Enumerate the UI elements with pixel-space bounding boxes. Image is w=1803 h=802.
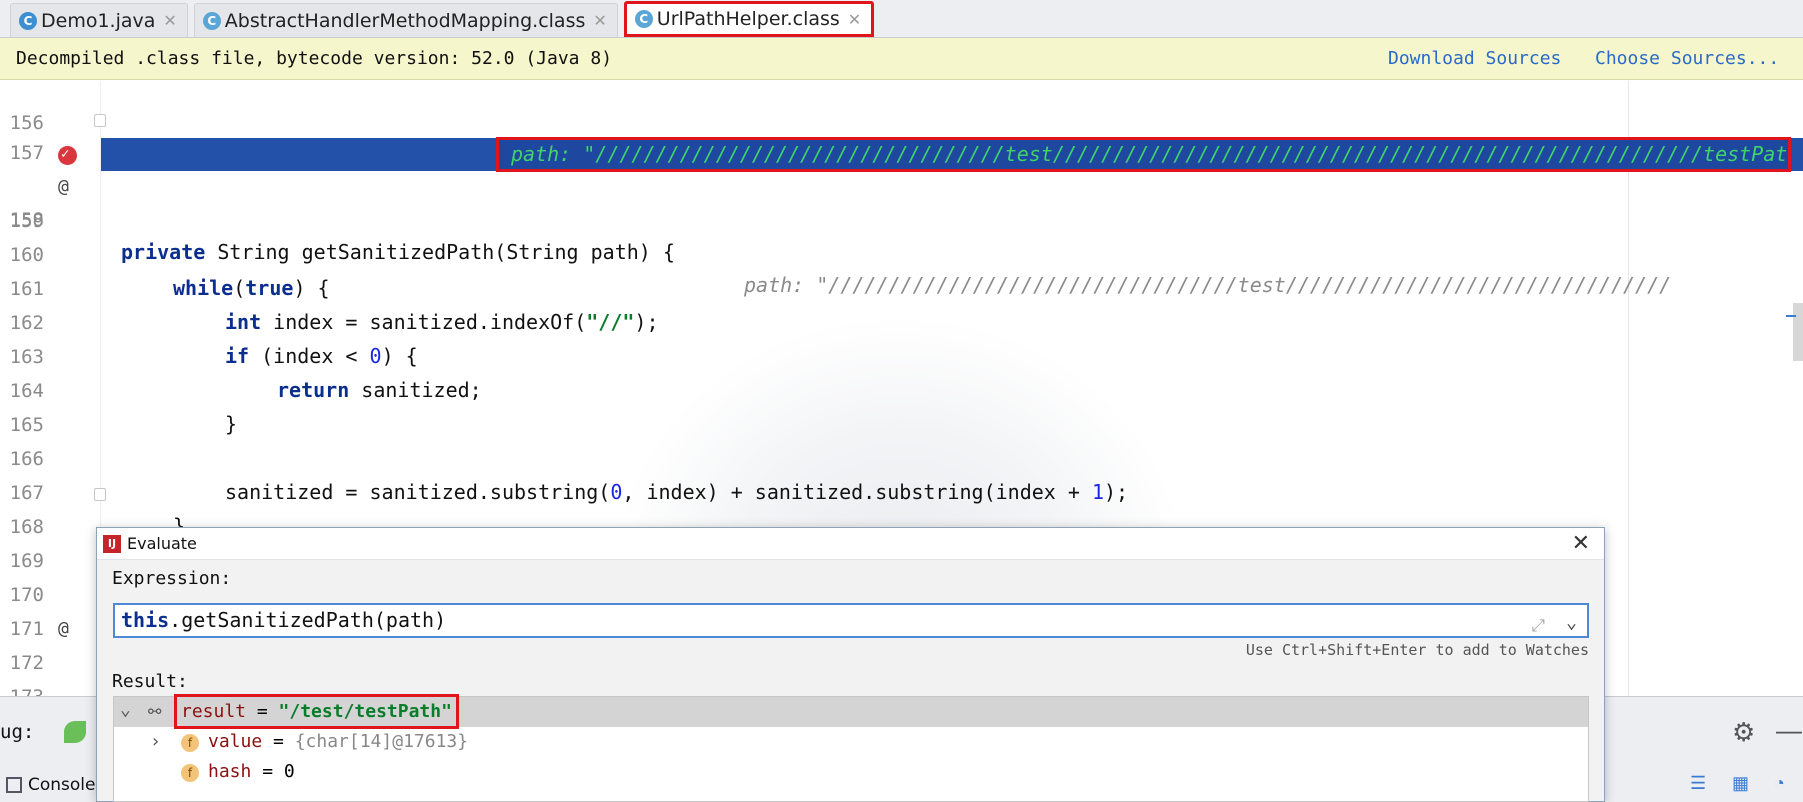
tab-console[interactable]: Console (6, 767, 96, 802)
minimize-icon[interactable]: — (1776, 715, 1802, 746)
code-line: 163 return sanitized; (0, 308, 1803, 402)
close-icon[interactable]: ✕ (593, 11, 606, 30)
field-eq: = (251, 761, 284, 782)
download-sources-link[interactable]: Download Sources (1388, 48, 1561, 69)
console-tab-label: Console (28, 775, 96, 795)
editor-tab-bar: C Demo1.java ✕ C AbstractHandlerMethodMa… (0, 0, 1803, 38)
close-icon[interactable]: ✕ (848, 10, 861, 29)
result-tree[interactable]: ⌄ ⚯ result = "/test/testPath" › f value … (113, 694, 1589, 802)
field-icon: f (181, 764, 199, 782)
field-entry: hash = 0 (208, 757, 295, 787)
code-line: 165 (0, 376, 1803, 436)
tab-label: UrlPathHelper.class (656, 8, 840, 30)
class-file-icon: C (634, 10, 653, 28)
expression-label: Expression: (112, 568, 232, 589)
field-value: 0 (283, 761, 295, 782)
java-class-icon: C (19, 11, 37, 30)
spring-leaf-icon[interactable] (64, 721, 86, 743)
tree-row-field[interactable]: › f value = {char[14]@17613} (114, 727, 1588, 757)
result-value-highlight: result = "/test/testPath" (174, 694, 459, 729)
field-icon: f (181, 734, 199, 752)
dialog-title: Evaluate (127, 534, 197, 553)
chevron-down-icon[interactable]: ⌄ (120, 695, 131, 725)
code-line: 159 (0, 172, 1803, 232)
gauge-icon[interactable]: ◔ (1774, 773, 1796, 795)
code-line: 164 } (0, 342, 1803, 436)
code-line: 168 } (0, 478, 1803, 605)
code-line: 160 while(true) { (0, 206, 1803, 300)
dialog-title-bar[interactable]: IJ Evaluate ✕ (97, 528, 1604, 560)
expand-icon[interactable]: ⤢ (1531, 611, 1545, 642)
calculator-icon[interactable]: ▦ (1732, 773, 1754, 795)
intellij-app-icon: IJ (103, 534, 121, 553)
field-name: hash (208, 761, 252, 782)
banner-text: Decompiled .class file, bytecode version… (16, 48, 613, 69)
field-value: {char[14]@17613} (294, 731, 469, 752)
expression-text: .getSanitizedPath(path) (169, 608, 447, 632)
tab-demo1-java[interactable]: C Demo1.java ✕ (10, 3, 188, 37)
gear-icon[interactable]: ⚙ (1732, 717, 1755, 748)
keyword: this (121, 608, 170, 632)
watch-glasses-icon: ⚯ (148, 702, 162, 721)
tab-label: AbstractHandlerMethodMapping.class (224, 9, 586, 32)
code-line: 162 if (index < 0) { (0, 274, 1803, 368)
code-line: 161 int index = sanitized.indexOf("//"); (0, 240, 1803, 334)
fold-icon[interactable] (94, 114, 106, 127)
choose-sources-link[interactable]: Choose Sources... (1595, 48, 1779, 69)
tab-label: Demo1.java (41, 9, 156, 32)
list-icon[interactable]: ☰ (1690, 773, 1712, 795)
expression-input[interactable]: this.getSanitizedPath(path) ⤢ ⌄ (113, 603, 1589, 638)
current-execution-line: 158 String sanitized = path; path: "////… (0, 137, 1803, 298)
chevron-down-icon[interactable]: ⌄ (1566, 607, 1577, 638)
result-value: "/test/testPath" (278, 701, 452, 722)
tree-row-field[interactable]: f hash = 0 (114, 757, 1588, 787)
tab-abstract-handler-method-mapping[interactable]: C AbstractHandlerMethodMapping.class ✕ (193, 3, 618, 37)
tab-url-path-helper[interactable]: C UrlPathHelper.class ✕ (623, 1, 875, 37)
field-entry: value = {char[14]@17613} (208, 727, 468, 757)
chevron-right-icon[interactable]: › (150, 727, 161, 757)
watch-hint: Use Ctrl+Shift+Enter to add to Watches (1245, 641, 1589, 659)
line-number: 173 (0, 681, 44, 696)
breakpoint-icon[interactable] (58, 138, 77, 171)
close-icon[interactable]: ✕ (163, 11, 176, 30)
inline-debug-value: path: "/////////////////////////////////… (496, 137, 1791, 172)
console-icon (6, 777, 22, 793)
debug-label: ug: (0, 721, 35, 743)
close-icon[interactable]: ✕ (1572, 531, 1590, 556)
result-name: result (181, 701, 247, 722)
class-file-icon: C (202, 11, 221, 30)
code-line: 166 sanitized = sanitized.substring(0, i… (0, 410, 1803, 504)
fold-icon[interactable] (94, 488, 106, 501)
tree-row-result[interactable]: ⌄ ⚯ result = "/test/testPath" (114, 694, 1588, 729)
code-line: 157 @ private String getSanitizedPath(St… (0, 104, 1803, 297)
field-name: value (208, 731, 263, 752)
decompiled-banner: Decompiled .class file, bytecode version… (0, 38, 1803, 80)
evaluate-dialog: IJ Evaluate ✕ Expression: this.getSaniti… (96, 527, 1605, 802)
result-label: Result: (112, 671, 188, 692)
field-eq: = (262, 731, 295, 752)
code-line: 167 } (0, 444, 1803, 538)
result-eq: = (246, 701, 279, 722)
